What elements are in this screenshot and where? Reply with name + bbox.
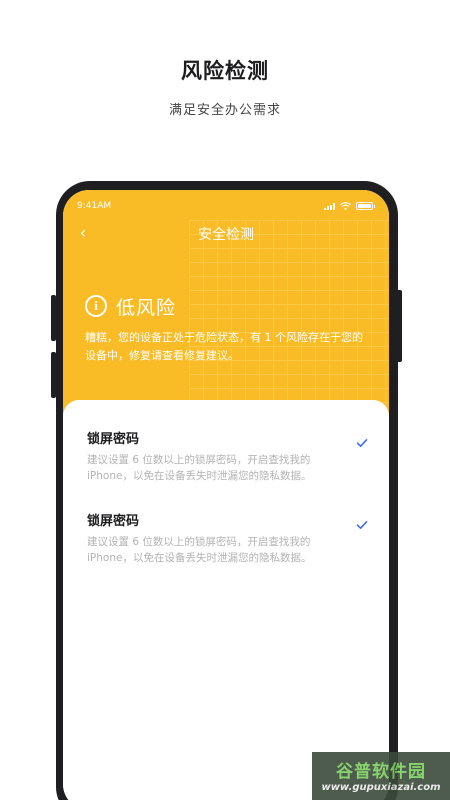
check-list-card: 锁屏密码 建议设置 6 位数以上的锁屏密码，开启查找我的 iPhone，以免在设…: [63, 400, 389, 800]
risk-level: 低风险: [116, 296, 177, 319]
watermark: 谷普软件园 www.gupuxiazai.com: [312, 752, 450, 800]
promo-subtitle: 满足安全办公需求: [168, 103, 281, 118]
item-description: 建议设置 6 位数以上的锁屏密码，开启查找我的 iPhone，以免在设备丢失时泄…: [87, 454, 312, 482]
risk-heading: i 低风险: [85, 294, 177, 319]
signal-icon: [324, 203, 335, 210]
status-bar: 9:41AM: [63, 190, 389, 212]
phone-screen: 9:41AM ‹ 安全检测 i 低风险 糟糕，您的设备正处于危险状态，有 1 个…: [63, 190, 389, 800]
watermark-url: www.gupuxiazai.com: [321, 782, 441, 793]
item-description: 建议设置 6 位数以上的锁屏密码，开启查找我的 iPhone，以免在设备丢失时泄…: [87, 536, 312, 564]
item-title: 锁屏密码: [87, 514, 140, 529]
list-item[interactable]: 锁屏密码 建议设置 6 位数以上的锁屏密码，开启查找我的 iPhone，以免在设…: [87, 428, 377, 484]
status-icons: [324, 202, 375, 210]
promo-title: 风险检测: [181, 59, 269, 83]
nav-title: 安全检测: [198, 227, 254, 243]
list-item[interactable]: 锁屏密码 建议设置 6 位数以上的锁屏密码，开启查找我的 iPhone，以免在设…: [87, 510, 377, 566]
hero-grid-pattern: [189, 220, 389, 410]
risk-description: 糟糕，您的设备正处于危险状态，有 1 个风险存在于您的设备中，修复请查看修复建议…: [85, 331, 363, 362]
status-time: 9:41AM: [77, 201, 112, 211]
check-icon: [356, 439, 368, 447]
promo-page: 风险检测 满足安全办公需求 9:41AM ‹ 安全检测 i 低风险 糟糕，您的设…: [0, 0, 450, 800]
check-icon: [356, 521, 368, 529]
watermark-name: 谷普软件园: [336, 762, 426, 782]
risk-hero-panel: 9:41AM ‹ 安全检测 i 低风险 糟糕，您的设备正处于危险状态，有 1 个…: [63, 190, 389, 420]
item-title: 锁屏密码: [87, 432, 140, 447]
battery-icon: [356, 202, 375, 210]
info-icon: i: [85, 295, 107, 317]
wifi-icon: [340, 202, 351, 210]
